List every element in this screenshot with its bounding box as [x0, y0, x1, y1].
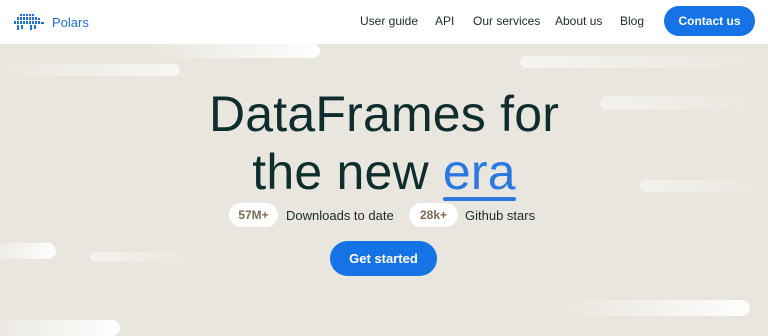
nav-link-blog[interactable]: Blog: [620, 14, 644, 28]
background-streak: [0, 243, 56, 259]
downloads-stat-badge: 57M+: [229, 203, 278, 227]
background-streak: [560, 300, 750, 316]
accent-underline: [442, 197, 516, 201]
hero-title-line-2: the new era: [0, 143, 768, 201]
contact-us-button[interactable]: Contact us: [664, 6, 755, 36]
brand-name: Polars: [52, 14, 89, 30]
nav-link-about-us[interactable]: About us: [555, 14, 602, 28]
get-started-button[interactable]: Get started: [330, 241, 437, 276]
polar-bear-icon: [14, 14, 44, 30]
brand-logo[interactable]: Polars: [12, 11, 89, 33]
hero-accent-word: era: [442, 143, 516, 201]
nav-link-user-guide[interactable]: User guide: [360, 14, 418, 28]
top-navbar: Polars User guide API Our services About…: [0, 0, 768, 44]
hero-title-prefix: the new: [252, 144, 443, 200]
background-streak: [0, 64, 180, 76]
github-stars-stat-label: Github stars: [465, 208, 536, 223]
hero-title-line-1: DataFrames for: [208, 86, 560, 142]
github-stars-stat-badge: 28k+: [409, 203, 458, 227]
background-streak: [150, 44, 320, 58]
hero-accent-text: era: [442, 144, 516, 200]
background-streak: [90, 252, 200, 262]
downloads-stat-label: Downloads to date: [286, 208, 394, 223]
nav-link-api[interactable]: API: [435, 14, 454, 28]
nav-link-our-services[interactable]: Our services: [473, 14, 540, 28]
background-streak: [0, 320, 120, 336]
background-streak: [520, 56, 768, 68]
